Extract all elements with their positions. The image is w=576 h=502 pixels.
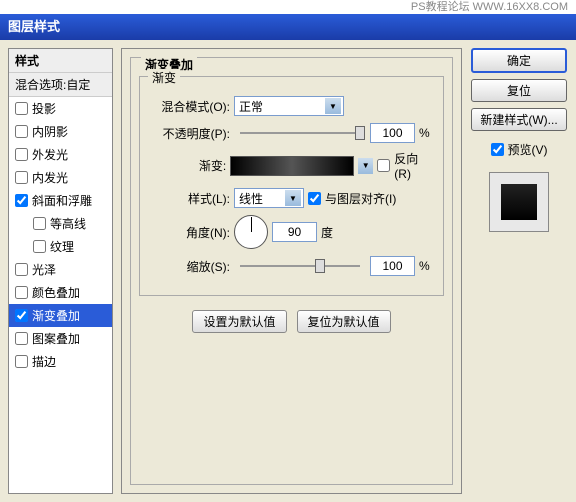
- chevron-down-icon: ▼: [325, 98, 341, 114]
- watermark: PS教程论坛 WWW.16XX8.COM: [0, 0, 576, 14]
- opacity-input[interactable]: 100: [370, 123, 415, 143]
- style-item[interactable]: 内阴影: [9, 120, 112, 143]
- style-item[interactable]: 图案叠加: [9, 327, 112, 350]
- style-item-label: 内阴影: [32, 123, 68, 140]
- style-item-label: 等高线: [50, 215, 86, 232]
- opacity-label: 不透明度(P):: [150, 125, 230, 142]
- style-item-checkbox[interactable]: [33, 217, 46, 230]
- preview-label: 预览(V): [508, 141, 548, 158]
- style-item-label: 图案叠加: [32, 330, 80, 347]
- style-item-checkbox[interactable]: [15, 171, 28, 184]
- style-list-header[interactable]: 样式: [9, 49, 112, 73]
- style-item-checkbox[interactable]: [15, 309, 28, 322]
- blend-mode-label: 混合模式(O):: [150, 98, 230, 115]
- ok-button[interactable]: 确定: [471, 48, 567, 73]
- angle-dial[interactable]: [234, 215, 268, 249]
- gradient-label: 渐变:: [150, 157, 226, 174]
- style-item[interactable]: 外发光: [9, 143, 112, 166]
- style-item-checkbox[interactable]: [15, 332, 28, 345]
- right-panel: 确定 复位 新建样式(W)... 预览(V): [470, 48, 568, 494]
- scale-label: 缩放(S):: [150, 258, 230, 275]
- scale-unit: %: [419, 259, 430, 273]
- style-item-label: 渐变叠加: [32, 307, 80, 324]
- style-item-label: 投影: [32, 100, 56, 117]
- angle-label: 角度(N):: [150, 224, 230, 241]
- center-panel: 渐变叠加 渐变 混合模式(O): 正常 ▼ 不透明度(P): 100: [121, 48, 462, 494]
- style-item[interactable]: 纹理: [9, 235, 112, 258]
- reset-default-button[interactable]: 复位为默认值: [297, 310, 391, 333]
- style-select[interactable]: 线性 ▼: [234, 188, 304, 208]
- set-default-button[interactable]: 设置为默认值: [192, 310, 286, 333]
- preview-checkbox[interactable]: [491, 143, 504, 156]
- gradient-swatch[interactable]: [230, 156, 354, 176]
- style-item-checkbox[interactable]: [15, 263, 28, 276]
- angle-input[interactable]: 90: [272, 222, 317, 242]
- style-item-label: 光泽: [32, 261, 56, 278]
- align-checkbox[interactable]: [308, 192, 321, 205]
- style-item[interactable]: 描边: [9, 350, 112, 373]
- style-label: 样式(L):: [150, 190, 230, 207]
- scale-slider[interactable]: [240, 265, 360, 267]
- window-title: 图层样式: [0, 14, 576, 40]
- style-item-label: 纹理: [50, 238, 74, 255]
- style-item[interactable]: 投影: [9, 97, 112, 120]
- opacity-slider[interactable]: [240, 132, 360, 134]
- chevron-down-icon[interactable]: ▼: [358, 158, 373, 174]
- preview-box: [489, 172, 549, 232]
- reverse-label: 反向(R): [394, 150, 433, 181]
- style-item[interactable]: 颜色叠加: [9, 281, 112, 304]
- style-item-checkbox[interactable]: [33, 240, 46, 253]
- align-label: 与图层对齐(I): [325, 190, 396, 207]
- style-item-label: 斜面和浮雕: [32, 192, 92, 209]
- style-item-checkbox[interactable]: [15, 102, 28, 115]
- style-item[interactable]: 渐变叠加: [9, 304, 112, 327]
- style-item-checkbox[interactable]: [15, 148, 28, 161]
- chevron-down-icon: ▼: [285, 190, 301, 206]
- style-item-label: 外发光: [32, 146, 68, 163]
- dialog-body: 样式 混合选项:自定 投影内阴影外发光内发光斜面和浮雕等高线纹理光泽颜色叠加渐变…: [0, 40, 576, 502]
- style-item[interactable]: 光泽: [9, 258, 112, 281]
- style-item[interactable]: 斜面和浮雕: [9, 189, 112, 212]
- scale-input[interactable]: 100: [370, 256, 415, 276]
- style-item-label: 描边: [32, 353, 56, 370]
- reverse-checkbox[interactable]: [377, 159, 390, 172]
- cancel-button[interactable]: 复位: [471, 79, 567, 102]
- style-item-checkbox[interactable]: [15, 286, 28, 299]
- style-item-checkbox[interactable]: [15, 194, 28, 207]
- opacity-unit: %: [419, 126, 430, 140]
- fieldset-label: 渐变: [148, 69, 180, 86]
- blend-mode-select[interactable]: 正常 ▼: [234, 96, 344, 116]
- style-item-checkbox[interactable]: [15, 125, 28, 138]
- blend-options-header[interactable]: 混合选项:自定: [9, 73, 112, 97]
- style-item-checkbox[interactable]: [15, 355, 28, 368]
- style-item-label: 颜色叠加: [32, 284, 80, 301]
- style-list: 样式 混合选项:自定 投影内阴影外发光内发光斜面和浮雕等高线纹理光泽颜色叠加渐变…: [8, 48, 113, 494]
- angle-unit: 度: [321, 224, 333, 241]
- new-style-button[interactable]: 新建样式(W)...: [471, 108, 567, 131]
- style-item[interactable]: 内发光: [9, 166, 112, 189]
- style-item-label: 内发光: [32, 169, 68, 186]
- gradient-fieldset: 渐变 混合模式(O): 正常 ▼ 不透明度(P): 100 %: [139, 76, 444, 296]
- preview-swatch: [501, 184, 537, 220]
- style-item[interactable]: 等高线: [9, 212, 112, 235]
